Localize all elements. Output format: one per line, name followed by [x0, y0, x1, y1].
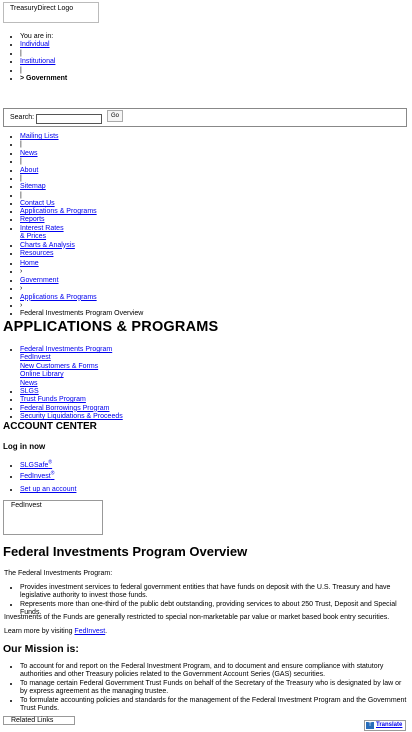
interest-line-1: Interest Rates	[20, 224, 64, 232]
separator: |	[20, 192, 200, 200]
separator: |	[20, 67, 200, 75]
subnav-slgs[interactable]: SLGS	[20, 388, 39, 395]
search-bar: Search: Go	[3, 108, 407, 127]
mission-title: Our Mission is:	[3, 643, 79, 655]
nav-institutional-link[interactable]: Institutional	[20, 58, 55, 65]
translate-icon: T	[366, 722, 374, 729]
mailing-lists-link[interactable]: Mailing Lists	[20, 133, 59, 140]
related-links-box[interactable]: Related Links	[3, 716, 75, 725]
fedinvest-login-link[interactable]: FedInvest®	[20, 470, 55, 481]
breadcrumb-home[interactable]: Home	[20, 260, 39, 267]
search-label: Search:	[10, 114, 35, 121]
subnav-security-liquidations[interactable]: Security Liquidations & Proceeds	[20, 413, 123, 420]
main-nav-charts[interactable]: Charts & Analysis	[20, 242, 75, 249]
setup-account-link[interactable]: Set up an account	[20, 486, 76, 493]
subnav-federal-borrowings[interactable]: Federal Borrowings Program	[20, 405, 109, 412]
separator: |	[20, 50, 200, 58]
subnav-federal-investments-program[interactable]: Federal Investments Program	[20, 346, 112, 353]
restriction-text: Investments of the Funds are generally r…	[4, 614, 390, 621]
separator: |	[20, 175, 200, 183]
about-link[interactable]: About	[20, 167, 38, 174]
main-nav-resources[interactable]: Resources	[20, 250, 53, 257]
go-button[interactable]: Go	[107, 110, 123, 122]
utility-nav: Mailing Lists | News | About | Sitemap |…	[0, 133, 200, 209]
learn-more-text: Learn more by visiting FedInvest.	[4, 628, 107, 636]
section-sub-nav: Federal Investments Program FedInvest Ne…	[0, 346, 200, 422]
page-title: Federal Investments Program Overview	[3, 544, 248, 559]
treasurydirect-logo[interactable]: TreasuryDirect Logo	[3, 2, 99, 23]
intro-text: The Federal Investments Program:	[4, 570, 113, 577]
nav-individual-link[interactable]: Individual	[20, 41, 50, 48]
separator: |	[20, 158, 200, 166]
account-center-title: ACCOUNT CENTER	[3, 421, 97, 432]
fedinvest-image-box[interactable]: FedInvest	[3, 500, 103, 535]
subnav-trust-funds[interactable]: Trust Funds Program	[20, 396, 86, 403]
subnav-online-library[interactable]: Online Library	[20, 371, 64, 378]
breadcrumb-separator: ›	[20, 268, 260, 276]
interest-line-2: & Prices	[20, 233, 47, 241]
slgsafe-label: SLGSafe	[20, 462, 49, 470]
news-link[interactable]: News	[20, 150, 38, 157]
program-bullet: Provides investment services to federal …	[20, 584, 408, 601]
breadcrumb-current: Federal Investments Program Overview	[20, 310, 260, 318]
main-nav: Applications & Programs Reports Interest…	[0, 208, 200, 258]
separator: |	[20, 141, 200, 149]
breadcrumb-government[interactable]: Government	[20, 277, 59, 284]
learn-more-prefix: Learn more by visiting	[4, 628, 75, 635]
mission-list: To account for and report on the Federal…	[0, 663, 410, 713]
mission-item: To formulate accounting policies and sta…	[20, 697, 410, 714]
subnav-fedinvest[interactable]: FedInvest	[20, 354, 51, 361]
subnav-new-customers-forms[interactable]: New Customers & Forms	[20, 363, 98, 370]
you-are-in-nav: You are in: Individual | Institutional |…	[0, 33, 200, 83]
subnav-news[interactable]: News	[20, 380, 38, 387]
login-links: SLGSafe® FedInvest®	[0, 460, 200, 481]
learn-more-suffix: .	[105, 628, 108, 635]
fedinvest-label: FedInvest	[20, 473, 51, 481]
translate-label: Translate	[376, 722, 403, 728]
sitemap-link[interactable]: Sitemap	[20, 183, 46, 190]
mission-item: To manage certain Federal Government Tru…	[20, 680, 410, 697]
breadcrumb: Home › Government › Applications & Progr…	[0, 260, 260, 319]
main-nav-reports[interactable]: Reports	[20, 216, 45, 223]
section-title: APPLICATIONS & PROGRAMS	[3, 319, 219, 335]
breadcrumb-separator: ›	[20, 285, 260, 293]
contact-us-link[interactable]: Contact Us	[20, 200, 55, 207]
main-nav-applications[interactable]: Applications & Programs	[20, 208, 97, 215]
current-section-government: > Government	[20, 74, 68, 82]
translate-button[interactable]: T Translate	[364, 720, 406, 731]
breadcrumb-applications[interactable]: Applications & Programs	[20, 294, 97, 301]
registered-mark: ®	[48, 460, 53, 466]
login-heading: Log in now	[3, 442, 46, 451]
search-input[interactable]	[36, 114, 102, 124]
fedinvest-link[interactable]: FedInvest	[74, 628, 105, 635]
main-nav-interest-rates[interactable]: Interest Rates & Prices	[20, 225, 64, 240]
setup-account: Set up an account	[0, 486, 200, 494]
you-are-in-label: You are in:	[20, 33, 200, 41]
registered-mark: ®	[50, 470, 55, 477]
slgsafe-login-link[interactable]: SLGSafe®	[20, 460, 53, 470]
mission-item: To account for and report on the Federal…	[20, 663, 410, 680]
program-bullets: Provides investment services to federal …	[0, 584, 408, 618]
breadcrumb-separator: ›	[20, 302, 260, 310]
